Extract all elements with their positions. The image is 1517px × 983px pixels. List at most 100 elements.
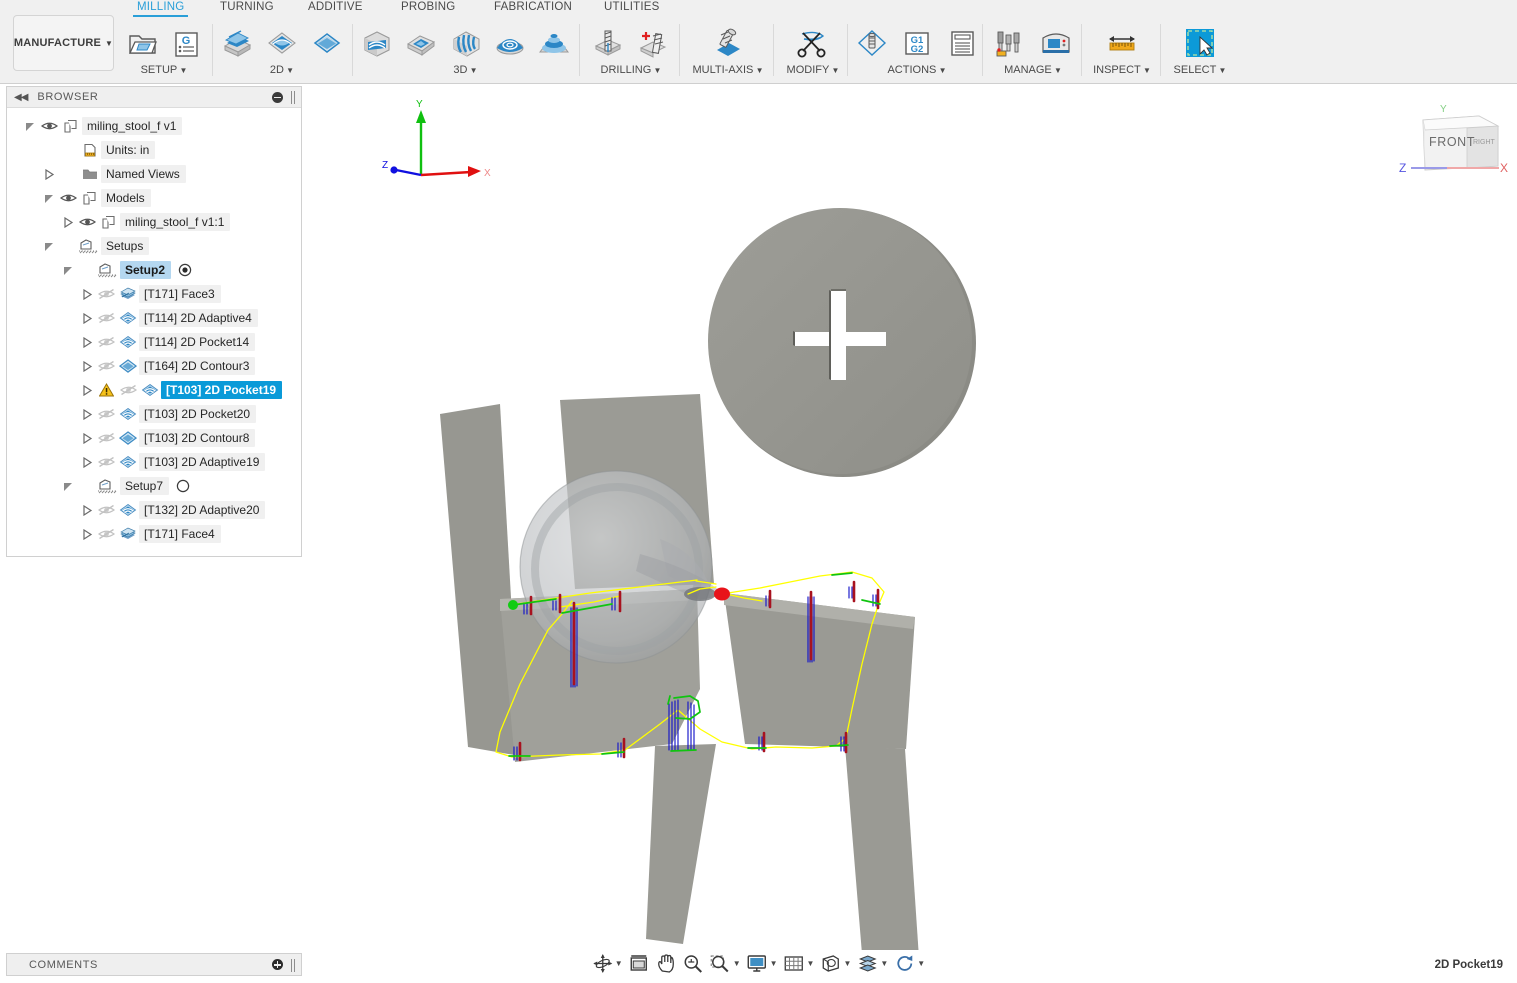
viewports-icon[interactable]: ▼ — [817, 951, 854, 976]
minus-circle-icon[interactable] — [272, 91, 283, 103]
chevron-down-icon[interactable]: ▼ — [284, 66, 294, 75]
tree-item-t103-2d-pocket20[interactable]: [T103] 2D Pocket20 — [7, 402, 301, 426]
chevron-down-icon[interactable]: ▼ — [917, 959, 925, 968]
eye-visibility-icon[interactable] — [38, 120, 60, 132]
tree-item-t103-2d-contour8[interactable]: [T103] 2D Contour8 — [7, 426, 301, 450]
chevron-right-icon[interactable] — [61, 210, 76, 234]
tree-item-t171-face4[interactable]: [T171] Face4 — [7, 522, 301, 546]
tree-item-t164-2d-contour3[interactable]: [T164] 2D Contour3 — [7, 354, 301, 378]
chevron-down-icon[interactable] — [42, 186, 57, 210]
ribbon-group-label-twod[interactable]: 2D ▼ — [218, 64, 346, 77]
view-cube[interactable]: FRONT RIGHT Y Z X — [1395, 98, 1513, 184]
plus-circle-icon[interactable] — [272, 959, 283, 970]
scallop-icon[interactable] — [491, 22, 529, 64]
ribbon-group-label-manage[interactable]: MANAGE ▼ — [988, 64, 1078, 77]
tree-item-setup7[interactable]: Setup7 — [7, 474, 301, 498]
ribbon-group-label-modify[interactable]: MODIFY ▼ — [780, 64, 846, 77]
tree-item-t114-2d-pocket14[interactable]: [T114] 2D Pocket14 — [7, 330, 301, 354]
face-icon[interactable] — [218, 22, 257, 64]
eye-visibility-icon[interactable] — [95, 360, 117, 372]
adaptive-2d-icon[interactable] — [263, 22, 302, 64]
chevron-down-icon[interactable] — [61, 474, 76, 498]
ribbon-tab-milling[interactable]: MILLING — [132, 1, 189, 17]
warning-icon[interactable] — [95, 383, 117, 397]
setup-active-toggle[interactable] — [176, 479, 190, 493]
eye-visibility-icon[interactable] — [76, 216, 98, 228]
eye-visibility-icon[interactable] — [95, 504, 117, 516]
select-cursor-icon[interactable] — [1180, 22, 1220, 64]
chevron-down-icon[interactable] — [61, 258, 76, 282]
machine-library-icon[interactable] — [1036, 22, 1076, 64]
chevron-down-icon[interactable]: ▼ — [880, 959, 888, 968]
chevron-down-icon[interactable]: ▼ — [807, 959, 815, 968]
display-settings-icon[interactable]: ▼ — [744, 951, 781, 976]
tree-item-miling-stool-f-v1[interactable]: miling_stool_f v1 — [7, 114, 301, 138]
tree-item-t171-face3[interactable]: [T171] Face3 — [7, 282, 301, 306]
tree-item-models[interactable]: Models — [7, 186, 301, 210]
tree-item-units-in[interactable]: Units: in — [7, 138, 301, 162]
workspace-switcher-button[interactable]: MANUFACTURE ▼ — [13, 15, 114, 71]
chevron-down-icon[interactable]: ▼ — [177, 66, 187, 75]
drill-icon[interactable] — [588, 22, 628, 64]
chevron-right-icon[interactable] — [80, 522, 95, 546]
eye-visibility-icon[interactable] — [57, 192, 79, 204]
chevron-right-icon[interactable] — [80, 378, 95, 402]
drill-add-icon[interactable] — [634, 22, 674, 64]
chevron-right-icon[interactable] — [80, 498, 95, 522]
tree-item-t103-2d-pocket19[interactable]: [T103] 2D Pocket19 — [7, 378, 301, 402]
ribbon-tab-fabrication[interactable]: FABRICATION — [494, 1, 572, 13]
chevron-down-icon[interactable]: ▼ — [829, 66, 840, 75]
ribbon-group-label-setup[interactable]: SETUP ▼ — [124, 64, 204, 77]
tree-item-miling-stool-f-v1-1[interactable]: miling_stool_f v1:1 — [7, 210, 301, 234]
grid-snap-icon[interactable]: ▼ — [781, 951, 818, 976]
tree-item-t103-2d-adaptive19[interactable]: [T103] 2D Adaptive19 — [7, 450, 301, 474]
zoom-icon[interactable] — [680, 951, 707, 976]
measure-icon[interactable] — [1102, 22, 1142, 64]
chevron-down-icon[interactable]: ▼ — [651, 66, 662, 75]
ribbon-tab-probing[interactable]: PROBING — [401, 1, 455, 13]
comments-panel[interactable]: COMMENTS — [6, 953, 302, 976]
layers-icon[interactable]: ▼ — [854, 951, 891, 976]
chevron-right-icon[interactable] — [80, 354, 95, 378]
eye-visibility-icon[interactable] — [95, 432, 117, 444]
chevron-down-icon[interactable]: ▼ — [1052, 66, 1062, 75]
parallel-icon[interactable] — [446, 22, 484, 64]
eye-visibility-icon[interactable] — [95, 408, 117, 420]
look-at-icon[interactable] — [626, 951, 653, 976]
orbit-icon[interactable]: ▼ — [589, 951, 626, 976]
post-process-icon[interactable]: G1 G2 — [898, 22, 937, 64]
multi-axis-icon[interactable] — [708, 22, 748, 64]
pocket-clearing-icon[interactable] — [402, 22, 440, 64]
chevron-down-icon[interactable] — [23, 114, 38, 138]
chevron-right-icon[interactable] — [80, 306, 95, 330]
tree-item-setup2[interactable]: Setup2 — [7, 258, 301, 282]
chevron-down-icon[interactable]: ▼ — [733, 959, 741, 968]
setup-active-toggle[interactable] — [178, 263, 192, 277]
refresh-icon[interactable]: ▼ — [891, 951, 928, 976]
chevron-down-icon[interactable]: ▼ — [770, 959, 778, 968]
eye-visibility-icon[interactable] — [95, 456, 117, 468]
ribbon-group-label-drilling[interactable]: DRILLING ▼ — [586, 64, 676, 77]
ribbon-group-label-threed[interactable]: 3D ▼ — [358, 64, 573, 77]
spiral-icon[interactable] — [535, 22, 573, 64]
tree-item-t132-2d-adaptive20[interactable]: [T132] 2D Adaptive20 — [7, 498, 301, 522]
tree-item-named-views[interactable]: Named Views — [7, 162, 301, 186]
eye-visibility-icon[interactable] — [95, 288, 117, 300]
chevron-right-icon[interactable] — [42, 162, 57, 186]
zoom-window-icon[interactable]: ▼ — [707, 951, 744, 976]
eye-visibility-icon[interactable] — [95, 336, 117, 348]
tree-item-t114-2d-adaptive4[interactable]: [T114] 2D Adaptive4 — [7, 306, 301, 330]
pan-hand-icon[interactable] — [653, 951, 680, 976]
panel-resize-grip[interactable] — [290, 91, 296, 104]
eye-visibility-icon[interactable] — [95, 312, 117, 324]
ribbon-tab-additive[interactable]: ADDITIVE — [308, 1, 363, 13]
double-left-arrow-icon[interactable]: ◀◀ — [14, 92, 28, 103]
setup-sheet-icon[interactable] — [942, 22, 981, 64]
tree-item-setups[interactable]: Setups — [7, 234, 301, 258]
contour-2d-icon[interactable] — [307, 22, 346, 64]
ribbon-group-label-inspect[interactable]: INSPECT ▼ — [1086, 64, 1158, 77]
chevron-down-icon[interactable]: ▼ — [615, 959, 623, 968]
ribbon-group-label-multiaxis[interactable]: MULTI-AXIS ▼ — [685, 64, 771, 77]
setup-folder-icon[interactable] — [124, 22, 161, 64]
adaptive-3d-icon[interactable] — [358, 22, 396, 64]
